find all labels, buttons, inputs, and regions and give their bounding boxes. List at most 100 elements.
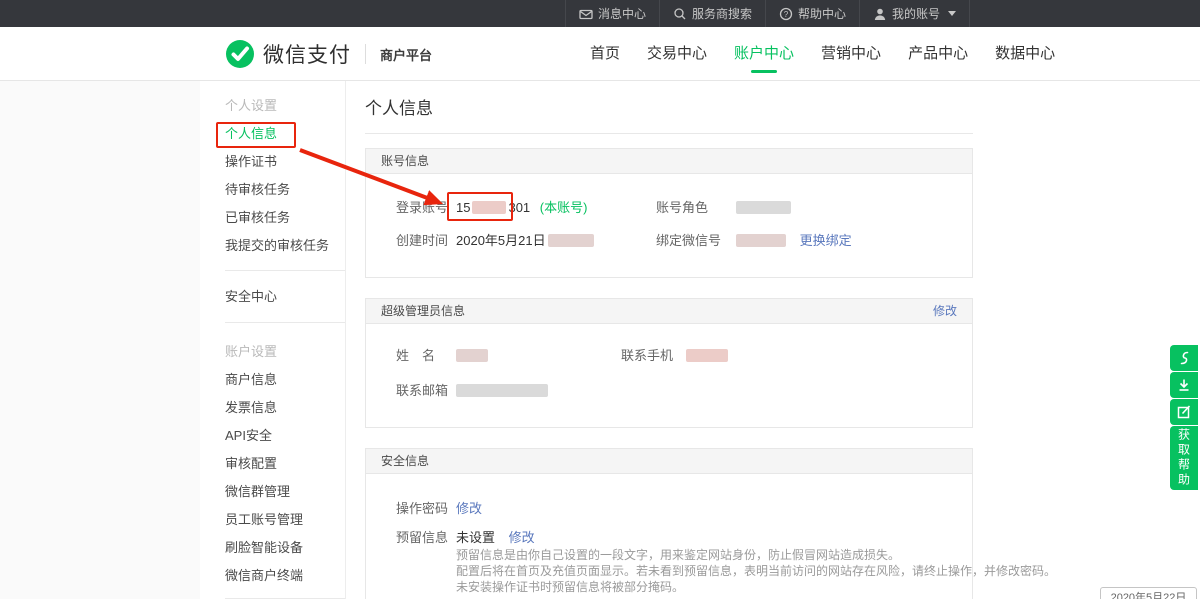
feedback-button[interactable] bbox=[1170, 399, 1198, 425]
topbar-item-provider-search[interactable]: 服务商搜索 bbox=[659, 0, 765, 27]
page-title: 个人信息 bbox=[365, 94, 433, 119]
description-line: 未安装操作证书时预留信息将被部分掩码。 bbox=[456, 579, 1056, 595]
bound-wechat-label: 绑定微信号 bbox=[656, 231, 736, 251]
sidebar-item-staff-account-mgmt[interactable]: 员工账号管理 bbox=[225, 506, 345, 534]
sidebar-item-pending-review-tasks[interactable]: 待审核任务 bbox=[225, 176, 345, 204]
super-admin-card-title: 超级管理员信息 bbox=[381, 304, 465, 318]
admin-email-label: 联系邮箱 bbox=[396, 381, 456, 401]
account-role-label: 账号角色 bbox=[656, 198, 736, 218]
sidebar-item-wechat-merchant-terminal[interactable]: 微信商户终端 bbox=[225, 562, 345, 590]
sidebar-group-personal-settings: 个人设置 bbox=[225, 92, 345, 120]
link-icon bbox=[1176, 350, 1192, 366]
sidebar-item-invoice-info[interactable]: 发票信息 bbox=[225, 394, 345, 422]
sidebar-item-review-config[interactable]: 审核配置 bbox=[225, 450, 345, 478]
user-icon bbox=[873, 7, 887, 21]
login-account-row: 登录账号15301 (本账号) bbox=[396, 198, 587, 218]
date-tooltip: 2020年5月22日 bbox=[1100, 587, 1197, 599]
topbar-items: 消息中心 服务商搜索 ? 帮助中心 我的账号 bbox=[565, 0, 970, 27]
created-time-value: 2020年5月21日 bbox=[456, 233, 546, 248]
nav-tab-data-center[interactable]: 数据中心 bbox=[995, 27, 1055, 81]
admin-email-row: 联系邮箱 bbox=[396, 381, 548, 401]
description-line: 预留信息是由你自己设置的一段文字，用来鉴定网站身份，防止假冒网站造成损失。 bbox=[456, 547, 1056, 563]
svg-text:?: ? bbox=[784, 10, 789, 19]
created-time-row: 创建时间2020年5月21日 bbox=[396, 231, 594, 251]
redacted-block bbox=[456, 349, 488, 362]
security-info-card: 安全信息 操作密码修改 预留信息未设置 修改 预留信息是由你自己设置的一段文字，… bbox=[365, 448, 973, 599]
left-gutter bbox=[0, 81, 200, 599]
edit-reserved-link[interactable]: 修改 bbox=[509, 530, 535, 545]
edit-icon bbox=[1176, 404, 1192, 420]
nav-tab-account-center[interactable]: 账户中心 bbox=[734, 27, 794, 81]
brand-name: 微信支付 bbox=[263, 39, 351, 69]
login-account-value: 15301 bbox=[456, 200, 530, 215]
header: 微信支付 商户平台 首页 交易中心 账户中心 营销中心 产品中心 数据中心 bbox=[0, 27, 1200, 81]
topbar-item-my-account[interactable]: 我的账号 bbox=[859, 0, 970, 27]
super-admin-card: 超级管理员信息 修改 姓 名 联系手机 联系邮箱 bbox=[365, 298, 973, 428]
account-role-row: 账号角色 bbox=[656, 198, 791, 218]
admin-phone-row: 联系手机 bbox=[621, 346, 728, 366]
redacted-block bbox=[736, 234, 786, 247]
sidebar-divider bbox=[225, 322, 345, 323]
sidebar-item-reviewed-tasks[interactable]: 已审核任务 bbox=[225, 204, 345, 232]
nav-tab-products[interactable]: 产品中心 bbox=[908, 27, 968, 81]
login-account-label: 登录账号 bbox=[396, 198, 456, 218]
current-account-tag: (本账号) bbox=[540, 200, 588, 215]
topbar-item-label: 帮助中心 bbox=[798, 5, 846, 22]
quick-link-button[interactable] bbox=[1170, 345, 1198, 371]
account-info-card: 账号信息 登录账号15301 (本账号) 账号角色 创建时间2020年5月21日… bbox=[365, 148, 973, 278]
admin-name-row: 姓 名 bbox=[396, 346, 488, 366]
chevron-down-icon bbox=[948, 11, 956, 16]
reserved-info-description: 预留信息是由你自己设置的一段文字，用来鉴定网站身份，防止假冒网站造成损失。 配置… bbox=[456, 547, 1056, 595]
topbar-item-messages[interactable]: 消息中心 bbox=[565, 0, 659, 27]
brand-divider bbox=[365, 44, 366, 64]
topbar-item-label: 服务商搜索 bbox=[692, 5, 752, 22]
redacted-block bbox=[736, 201, 791, 214]
nav-tab-marketing[interactable]: 营销中心 bbox=[821, 27, 881, 81]
edit-admin-link[interactable]: 修改 bbox=[933, 299, 957, 324]
redacted-block bbox=[472, 201, 506, 214]
topbar-item-label: 消息中心 bbox=[598, 5, 646, 22]
change-binding-link[interactable]: 更换绑定 bbox=[800, 233, 852, 248]
sidebar-group-account-settings: 账户设置 bbox=[225, 338, 345, 366]
main-content: 个人信息 账号信息 登录账号15301 (本账号) 账号角色 创建时间2020年… bbox=[365, 81, 973, 599]
redacted-block bbox=[456, 384, 548, 397]
nav-tab-transactions[interactable]: 交易中心 bbox=[647, 27, 707, 81]
redacted-block bbox=[686, 349, 728, 362]
reserved-info-label: 预留信息 bbox=[396, 528, 456, 548]
sidebar-item-security-center[interactable]: 安全中心 bbox=[225, 283, 345, 311]
get-help-label: 获取帮助 bbox=[1176, 428, 1193, 488]
topbar-item-help-center[interactable]: ? 帮助中心 bbox=[765, 0, 859, 27]
wechat-pay-logo bbox=[225, 39, 255, 69]
description-line: 配置后将在首页及充值页面显示。若未看到预留信息，表明当前访问的网站存在风险，请终… bbox=[456, 563, 1056, 579]
title-divider bbox=[365, 133, 973, 134]
account-card-header: 账号信息 bbox=[366, 149, 972, 174]
topbar: 消息中心 服务商搜索 ? 帮助中心 我的账号 bbox=[0, 0, 1200, 27]
sidebar-item-wechat-group-mgmt[interactable]: 微信群管理 bbox=[225, 478, 345, 506]
floating-help-bar: 获取帮助 bbox=[1170, 345, 1198, 490]
super-admin-card-header: 超级管理员信息 修改 bbox=[366, 299, 972, 324]
sidebar-item-personal-info[interactable]: 个人信息 bbox=[225, 120, 345, 148]
operation-password-row: 操作密码修改 bbox=[396, 499, 482, 519]
account-card-title: 账号信息 bbox=[381, 154, 429, 168]
get-help-button[interactable]: 获取帮助 bbox=[1170, 426, 1198, 490]
page-body: 个人设置 个人信息 操作证书 待审核任务 已审核任务 我提交的审核任务 安全中心… bbox=[0, 81, 1200, 599]
redacted-block bbox=[548, 234, 594, 247]
edit-password-link[interactable]: 修改 bbox=[456, 501, 482, 516]
mail-icon bbox=[579, 7, 593, 21]
sidebar-item-merchant-info[interactable]: 商户信息 bbox=[225, 366, 345, 394]
topbar-item-label: 我的账号 bbox=[892, 5, 940, 22]
platform-name: 商户平台 bbox=[380, 45, 432, 64]
created-time-label: 创建时间 bbox=[396, 231, 456, 251]
sidebar-item-operation-certificate[interactable]: 操作证书 bbox=[225, 148, 345, 176]
nav-tab-home[interactable]: 首页 bbox=[590, 27, 620, 81]
operation-password-label: 操作密码 bbox=[396, 499, 456, 519]
sidebar-item-face-smart-device[interactable]: 刷脸智能设备 bbox=[225, 534, 345, 562]
download-button[interactable] bbox=[1170, 372, 1198, 398]
reserved-info-row: 预留信息未设置 修改 bbox=[396, 528, 535, 548]
brand: 微信支付 商户平台 bbox=[225, 27, 432, 81]
search-icon bbox=[673, 7, 687, 21]
sidebar-item-my-submitted-tasks[interactable]: 我提交的审核任务 bbox=[225, 232, 345, 260]
sidebar-item-api-security[interactable]: API安全 bbox=[225, 422, 345, 450]
help-icon: ? bbox=[779, 7, 793, 21]
admin-phone-label: 联系手机 bbox=[621, 346, 686, 366]
